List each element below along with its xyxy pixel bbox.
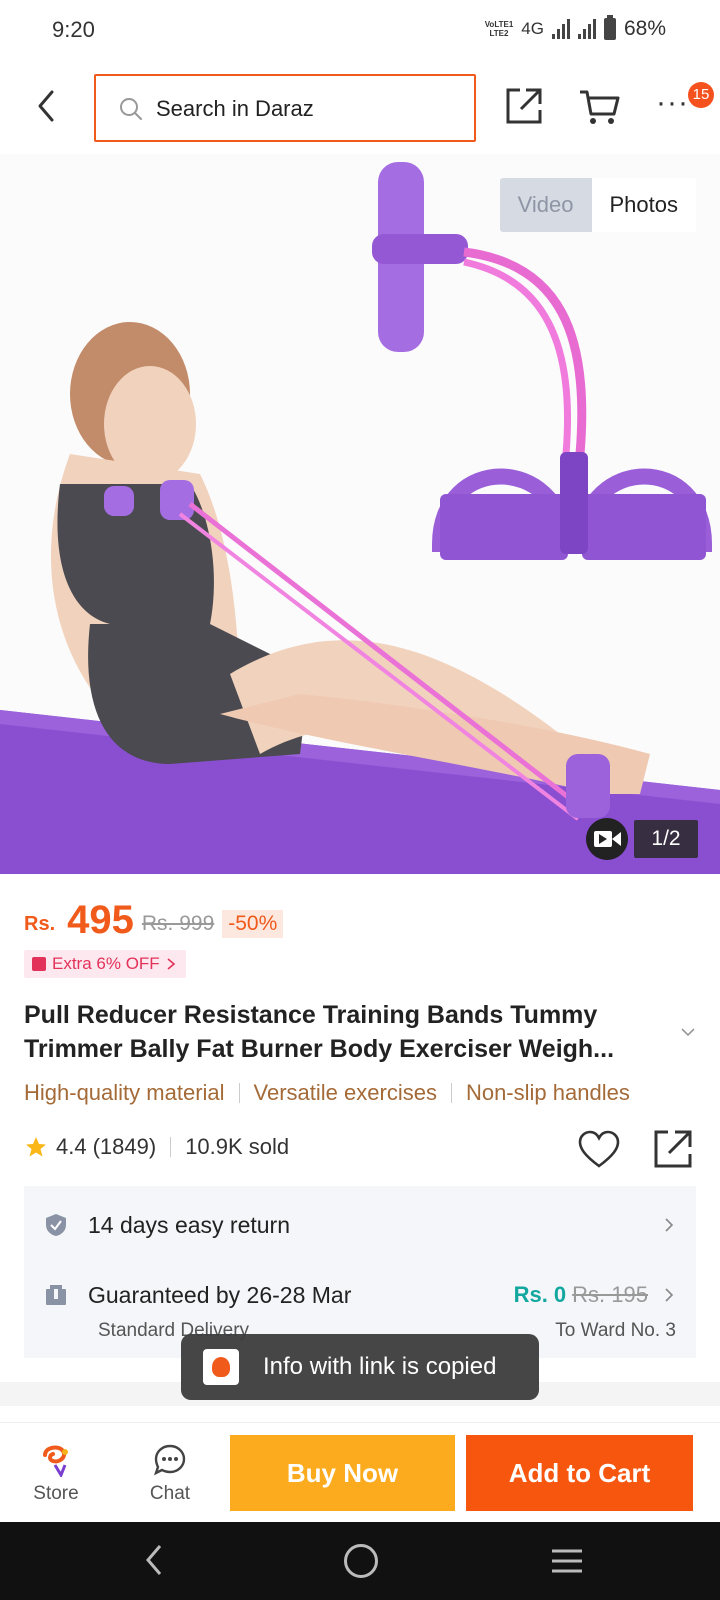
battery-percent: 68%	[623, 17, 666, 40]
feature-tag: Versatile exercises	[253, 1080, 437, 1105]
product-title-line-2: Trimmer Bally Fat Burner Body Exerciser …	[24, 1035, 615, 1063]
chat-icon	[153, 1444, 186, 1476]
buy-now-button[interactable]: Buy Now	[230, 1435, 455, 1511]
system-nav-bar	[0, 1522, 720, 1600]
tab-photos[interactable]: Photos	[591, 178, 696, 232]
store-icon	[43, 1445, 68, 1477]
return-policy-text: 14 days easy return	[88, 1211, 291, 1238]
status-icons: VoLTE1 LTE2 4G 68%	[485, 15, 666, 41]
shipping-fee-current: Rs. 0	[513, 1282, 567, 1307]
share-icon[interactable]	[504, 86, 544, 126]
feature-tags: High-quality material Versatile exercise…	[24, 1080, 704, 1106]
currency-label: Rs.	[24, 913, 56, 935]
search-input[interactable]: Search in Daraz	[94, 74, 476, 142]
nav-home-icon[interactable]	[344, 1544, 378, 1578]
delivery-box-icon	[46, 1285, 66, 1305]
rating-value: 4.4	[56, 1134, 87, 1159]
current-price: 495	[67, 898, 134, 942]
feature-tag: High-quality material	[24, 1080, 225, 1105]
price-row: Rs. 495 Rs. 999 -50%	[24, 898, 284, 942]
status-time: 9:20	[52, 17, 95, 42]
bottom-action-bar: Store Chat Buy Now Add to Cart	[0, 1422, 720, 1522]
signal-icon	[551, 19, 570, 39]
toast-message: Info with link is copied	[263, 1353, 497, 1380]
notification-badge: 15	[688, 82, 714, 108]
volte-label: VoLTE1	[484, 20, 514, 29]
product-image-gallery[interactable]: Video Photos 1/2	[0, 154, 720, 874]
feature-tag: Non-slip handles	[465, 1080, 630, 1105]
heart-icon[interactable]	[578, 1130, 620, 1170]
chevron-right-icon	[167, 958, 175, 970]
extra-offer-label: Extra 6% OFF	[52, 954, 160, 973]
coupon-icon	[32, 957, 46, 971]
discount-badge: -50%	[222, 910, 284, 938]
image-page-indicator: 1/2	[634, 820, 698, 858]
add-to-cart-button[interactable]: Add to Cart	[466, 1435, 693, 1511]
store-button[interactable]: Store	[22, 1423, 90, 1523]
store-label: Store	[33, 1483, 79, 1504]
chevron-right-icon	[665, 1288, 674, 1302]
video-camera-icon[interactable]	[586, 818, 628, 860]
media-tabs: Video Photos	[499, 178, 696, 232]
search-placeholder: Search in Daraz	[156, 96, 314, 121]
service-panel: 14 days easy return Guaranteed by 26-28 …	[24, 1186, 696, 1358]
product-image	[0, 154, 720, 874]
signal-icon-2	[577, 19, 596, 39]
daraz-logo-icon	[203, 1349, 239, 1385]
lte-label: LTE2	[489, 29, 509, 38]
chevron-right-icon	[665, 1218, 674, 1232]
share-icon[interactable]	[652, 1128, 694, 1170]
review-count: (1849)	[92, 1134, 157, 1159]
toast-notification: Info with link is copied	[181, 1334, 539, 1400]
rating-divider	[170, 1137, 172, 1157]
delivery-row[interactable]: Guaranteed by 26-28 Mar Rs. 0 Rs. 195	[44, 1280, 676, 1310]
star-icon	[26, 1137, 46, 1157]
top-header: Search in Daraz ··· 15	[0, 62, 720, 154]
tag-divider	[238, 1083, 240, 1103]
more-options-icon[interactable]: ···	[656, 88, 692, 124]
volte-indicator: VoLTE1 LTE2	[485, 20, 514, 38]
shipping-fee: Rs. 0 Rs. 195	[514, 1282, 648, 1308]
rating-row[interactable]: 4.4 (1849) 10.9K sold	[24, 1134, 289, 1160]
tab-video[interactable]: Video	[499, 178, 592, 232]
network-type: 4G	[521, 19, 544, 38]
shield-icon	[46, 1214, 66, 1236]
search-icon	[120, 98, 142, 120]
status-bar: 9:20 VoLTE1 LTE2 4G 68%	[0, 0, 720, 62]
return-policy-row[interactable]: 14 days easy return	[44, 1210, 676, 1240]
product-title-line-1: Pull Reducer Resistance Training Bands T…	[24, 1001, 598, 1029]
delivery-guarantee-text: Guaranteed by 26-28 Mar	[88, 1281, 352, 1308]
back-arrow-icon[interactable]	[28, 84, 68, 128]
extra-offer-badge[interactable]: Extra 6% OFF	[24, 950, 186, 978]
chat-button[interactable]: Chat	[136, 1423, 204, 1523]
cart-icon[interactable]	[578, 88, 620, 126]
delivery-destination: To Ward No. 3	[555, 1320, 676, 1341]
chat-label: Chat	[149, 1483, 191, 1504]
product-title[interactable]: Pull Reducer Resistance Training Bands T…	[24, 998, 664, 1066]
nav-back-icon[interactable]	[140, 1542, 170, 1578]
tag-divider	[450, 1083, 452, 1103]
battery-icon	[603, 15, 616, 40]
chevron-down-icon[interactable]	[680, 1024, 696, 1040]
original-price: Rs. 999	[141, 912, 215, 935]
nav-recents-icon[interactable]	[550, 1548, 584, 1574]
sold-count: 10.9K sold	[185, 1134, 290, 1159]
shipping-fee-original: Rs. 195	[572, 1282, 648, 1307]
